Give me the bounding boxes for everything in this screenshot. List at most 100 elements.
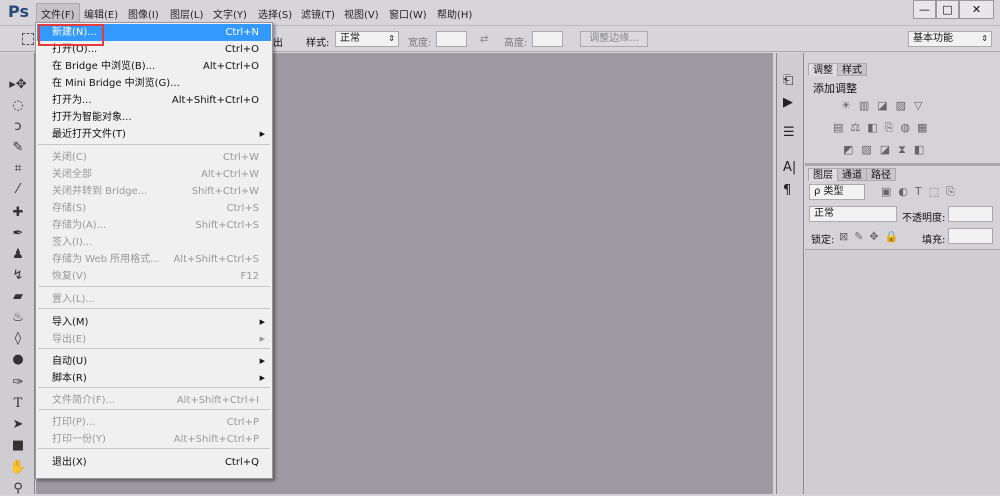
menu-edit[interactable]: 编辑(E) [84, 6, 118, 21]
menu-filter[interactable]: 滤镜(T) [301, 6, 335, 21]
menu-item[interactable]: 打开为智能对象... [37, 109, 271, 126]
dodge-icon[interactable]: ● [9, 352, 27, 367]
menu-item-label: 最近打开文件(T) [52, 129, 126, 140]
elliptical-marquee-icon[interactable]: ◌ [9, 98, 27, 113]
fill-input[interactable] [948, 228, 993, 244]
height-input[interactable] [532, 31, 563, 47]
lock-label: 锁定: [811, 235, 835, 246]
height-label: 高度: [504, 38, 528, 49]
menu-item-label: 存储为 Web 所用格式... [52, 254, 160, 265]
quick-select-icon[interactable]: ✎ [9, 140, 27, 155]
tab-channels[interactable]: 通道 [837, 168, 867, 181]
crop-icon[interactable]: ⌗ [9, 161, 27, 176]
lasso-icon[interactable]: ↄ [9, 119, 27, 134]
menu-separator [38, 387, 270, 388]
character-icon[interactable]: A| [783, 160, 796, 175]
menu-item[interactable]: 最近打开文件(T) ▶ [37, 126, 271, 143]
opacity-input[interactable] [948, 206, 993, 222]
menu-item[interactable]: 在 Bridge 中浏览(B)... Alt+Ctrl+O [37, 58, 271, 75]
history-icon[interactable]: ⎗ [783, 73, 793, 88]
path-select-icon[interactable]: ➤ [9, 417, 27, 432]
menu-layer[interactable]: 图层(L) [170, 6, 203, 21]
menu-item-shortcut: Shift+Ctrl+S [195, 220, 259, 231]
workspace-value: 基本功能 [913, 33, 953, 44]
hand-icon[interactable]: ✋ [9, 460, 27, 475]
menu-type[interactable]: 文字(Y) [213, 6, 247, 21]
menu-item: 关闭(C) Ctrl+W [37, 149, 271, 166]
submenu-arrow-icon: ▶ [259, 335, 265, 343]
lock-icons[interactable]: ⊠✎✥🔒 [839, 230, 904, 243]
menu-window[interactable]: 窗口(W) [389, 6, 427, 21]
properties-icon[interactable]: ☰ [783, 125, 795, 140]
menu-item-shortcut: F12 [240, 271, 259, 282]
menu-item-shortcut: Alt+Shift+Ctrl+S [173, 254, 259, 265]
healing-brush-icon[interactable]: ✚ [9, 205, 27, 220]
eraser-icon[interactable]: ▰ [9, 289, 27, 304]
menu-help[interactable]: 帮助(H) [437, 6, 472, 21]
opacity-label: 不透明度: [902, 213, 946, 224]
paint-bucket-icon[interactable]: ♨ [9, 310, 27, 325]
menu-item[interactable]: 在 Mini Bridge 中浏览(G)... [37, 75, 271, 92]
menu-item: 关闭并转到 Bridge... Shift+Ctrl+W [37, 183, 271, 200]
eyedropper-icon[interactable]: ⁄ [9, 182, 27, 197]
layer-filter-icons[interactable]: ▣◐T⬚⎘ [881, 185, 962, 199]
menu-item-label: 脚本(R) [52, 373, 87, 384]
menu-item-shortcut: Ctrl+N [225, 27, 259, 38]
menu-item-shortcut: Ctrl+W [222, 152, 259, 163]
adjustment-icons-row-2[interactable]: ▤⚖◧⎘◍▦ [833, 121, 934, 135]
menu-item: 存储为(A)... Shift+Ctrl+S [37, 217, 271, 234]
move-tool-icon[interactable]: ▸✥ [9, 77, 27, 92]
menu-item-label: 自动(U) [52, 356, 88, 367]
menu-view[interactable]: 视图(V) [344, 6, 379, 21]
minimize-button[interactable]: — [913, 0, 936, 19]
menu-item-shortcut: Ctrl+O [224, 44, 259, 55]
tab-paths[interactable]: 路径 [866, 168, 896, 181]
tab-layers[interactable]: 图层 [808, 168, 838, 181]
menu-item-label: 文件简介(F)... [52, 395, 116, 406]
marquee-tool-icon[interactable] [22, 33, 34, 45]
tab-styles[interactable]: 样式 [837, 63, 867, 76]
clone-stamp-icon[interactable]: ♟ [9, 247, 27, 262]
menu-item-label: 导出(E) [52, 334, 87, 345]
menu-item[interactable]: 脚本(R) ▶ [37, 370, 271, 387]
actions-play-icon[interactable]: ▶ [783, 95, 793, 110]
menu-item[interactable]: 退出(X) Ctrl+Q [37, 454, 271, 471]
type-tool-icon[interactable]: T [9, 396, 27, 411]
menu-item: 签入(I)... [37, 234, 271, 251]
layer-filter-select[interactable]: ρ 类型 [809, 184, 865, 200]
adjustment-icons-row-3[interactable]: ◩▨◪⧗◧ [843, 143, 932, 157]
menu-item[interactable]: 打开为... Alt+Shift+Ctrl+O [37, 92, 271, 109]
refine-edge-button[interactable]: 调整边缘... [580, 31, 648, 47]
paragraph-icon[interactable]: ¶ [783, 183, 791, 198]
tab-adjustments[interactable]: 调整 [808, 63, 838, 76]
menu-item-shortcut: Alt+Ctrl+O [203, 61, 259, 72]
swap-icon[interactable]: ⇄ [480, 34, 488, 45]
menu-separator [38, 448, 270, 449]
menu-separator [38, 286, 270, 287]
layers-list [805, 249, 1000, 494]
maximize-button[interactable]: □ [936, 0, 959, 19]
adjustment-icons-row-1[interactable]: ☀▥◪▨▽ [841, 99, 931, 112]
blur-icon[interactable]: ◊ [9, 331, 27, 346]
menu-item[interactable]: 导入(M) ▶ [37, 314, 271, 331]
menu-file[interactable]: 文件(F) [36, 3, 80, 24]
workspace-select[interactable]: 基本功能 ⇕ [908, 31, 992, 47]
menu-item-shortcut: Ctrl+S [226, 203, 259, 214]
style-select[interactable]: 正常 ⇕ [335, 31, 399, 47]
menu-image[interactable]: 图像(I) [128, 6, 159, 21]
menu-item: 关闭全部 Alt+Ctrl+W [37, 166, 271, 183]
brush-icon[interactable]: ✒ [9, 226, 27, 241]
menu-separator [38, 409, 270, 410]
menu-item[interactable]: 自动(U) ▶ [37, 353, 271, 370]
pen-icon[interactable]: ✑ [9, 375, 27, 390]
history-brush-icon[interactable]: ↯ [9, 268, 27, 283]
menu-item-label: 打印(P)... [52, 417, 96, 428]
close-button[interactable]: ✕ [959, 0, 994, 19]
width-input[interactable] [436, 31, 467, 47]
rectangle-icon[interactable]: ■ [9, 438, 27, 453]
menu-select[interactable]: 选择(S) [258, 6, 292, 21]
menu-item-label: 关闭(C) [52, 152, 87, 163]
blend-mode-select[interactable]: 正常 [809, 206, 897, 222]
fill-label: 填充: [922, 235, 946, 246]
width-label: 宽度: [408, 38, 432, 49]
